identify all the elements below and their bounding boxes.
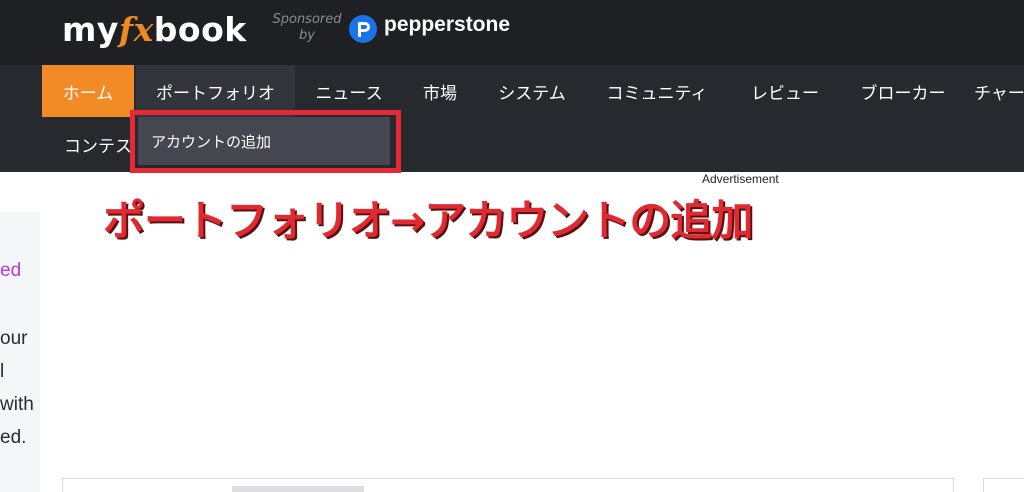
nav-reviews[interactable]: レビュー: [738, 65, 832, 117]
nav-contests[interactable]: コンテス: [64, 132, 132, 157]
sponsored-line2: by: [299, 28, 315, 43]
nav-systems[interactable]: システム: [486, 65, 578, 117]
left-fragment-1[interactable]: ed: [0, 260, 40, 282]
highlight-box: [130, 110, 401, 173]
nav-charts[interactable]: チャー: [974, 65, 1024, 117]
nav-markets[interactable]: 市場: [405, 65, 475, 117]
nav-home[interactable]: ホーム: [42, 65, 134, 117]
left-fragment-3: l: [0, 361, 5, 382]
logo-part-fx: fx: [118, 10, 154, 49]
myfxbook-logo[interactable]: my fx book: [62, 10, 247, 54]
logo-part-book: book: [153, 10, 247, 49]
right-panel: [983, 478, 1024, 492]
pepperstone-logo-icon[interactable]: [348, 14, 378, 44]
logo-part-my: my: [62, 10, 119, 49]
sponsored-line1: Sponsored: [272, 12, 342, 27]
content-panel: [62, 478, 954, 492]
nav-brokers[interactable]: ブローカー: [846, 65, 960, 117]
annotation-title: ポートフォリオ→アカウントの追加: [103, 196, 753, 245]
sponsor-name[interactable]: pepperstone: [384, 13, 510, 37]
left-side-panel: [0, 212, 40, 492]
nav-community[interactable]: コミュニティ: [592, 65, 722, 117]
left-fragment-2: our: [0, 328, 28, 349]
left-fragment-5: ed.: [0, 427, 27, 448]
content-tab[interactable]: [232, 486, 364, 492]
left-fragment-4: with: [0, 394, 34, 415]
sponsored-by-label: Sponsored by: [271, 12, 343, 44]
advertisement-label: Advertisement: [702, 172, 779, 186]
